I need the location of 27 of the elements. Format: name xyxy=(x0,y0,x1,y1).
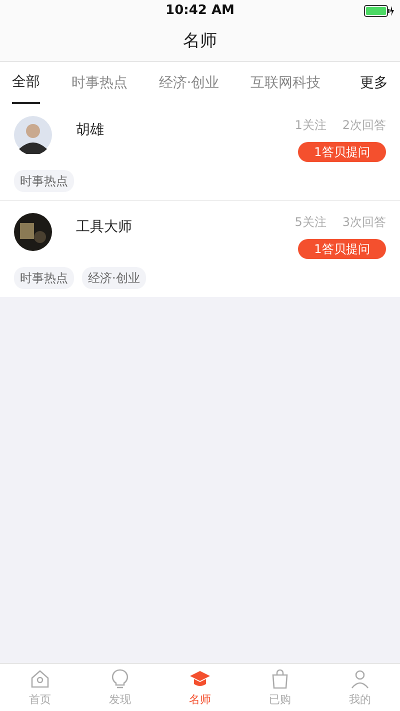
answer-count: 2次回答 xyxy=(342,117,386,134)
category-tab[interactable]: 互联网科技 xyxy=(250,62,321,104)
topic-tag: 时事热点 xyxy=(14,170,74,192)
ask-button[interactable]: 1答贝提问 xyxy=(298,142,386,162)
bottom-tab[interactable]: 已购 xyxy=(250,664,310,711)
lightbulb-icon xyxy=(109,668,131,690)
expert-name: 胡雄 xyxy=(76,121,105,140)
page-title: 名师 xyxy=(183,30,217,53)
bottom-tab[interactable]: 我的 xyxy=(330,664,390,711)
follow-count: 1关注 xyxy=(294,117,326,134)
person-icon xyxy=(349,668,371,690)
avatar xyxy=(14,116,52,154)
category-tab[interactable]: 经济·创业 xyxy=(158,62,220,104)
answer-count: 3次回答 xyxy=(342,214,386,231)
avatar xyxy=(14,213,52,251)
ask-button[interactable]: 1答贝提问 xyxy=(298,239,386,259)
bottom-tab[interactable]: 名师 xyxy=(170,664,230,711)
category-tab[interactable]: 时事热点 xyxy=(71,62,128,104)
topic-tag: 时事热点 xyxy=(14,267,74,289)
home-icon xyxy=(29,668,51,690)
follow-count: 5关注 xyxy=(294,214,326,231)
expert-name: 工具大师 xyxy=(76,218,133,237)
bottom-tab[interactable]: 首页 xyxy=(10,664,70,711)
bottom-tab[interactable]: 发现 xyxy=(90,664,150,711)
topic-tag: 经济·创业 xyxy=(82,267,146,289)
status-time: 10:42 AM xyxy=(166,2,234,20)
battery-icon xyxy=(364,5,394,17)
